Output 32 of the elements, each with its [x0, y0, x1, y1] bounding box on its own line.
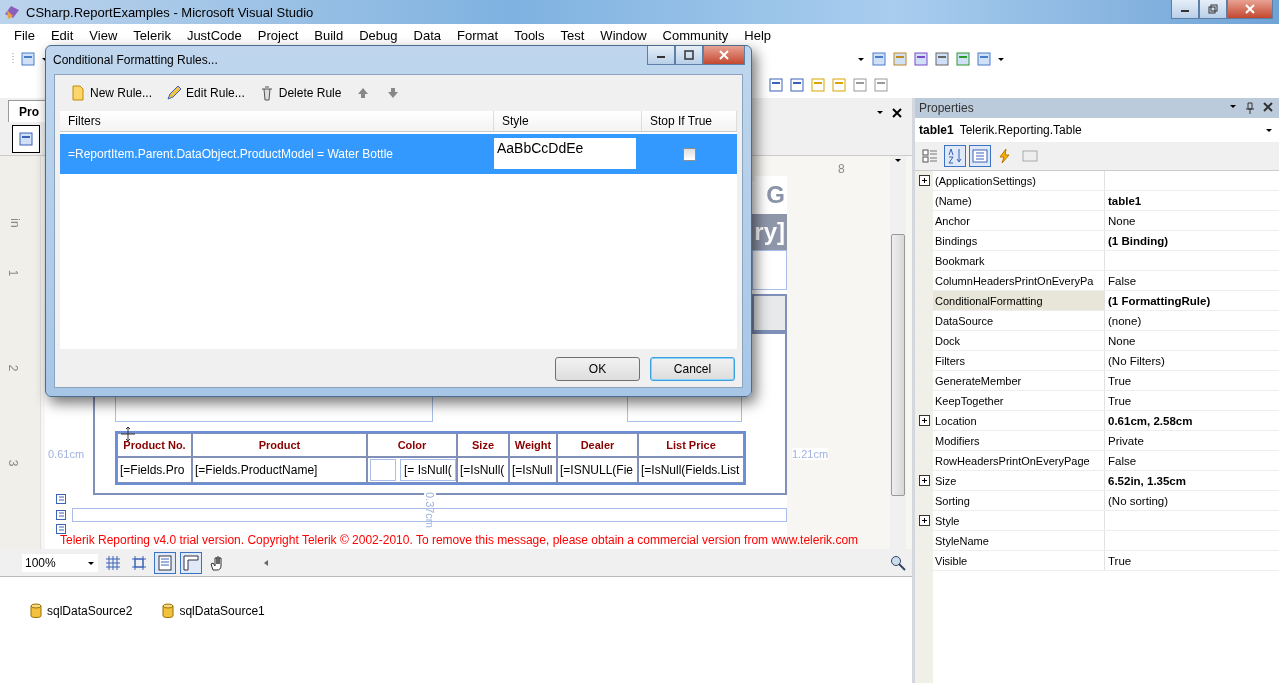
dialog-title: Conditional Formatting Rules...: [53, 53, 218, 67]
table-cell: [= IsNull(: [400, 459, 456, 481]
table-cell: [=Fields.Pro: [117, 457, 192, 483]
column-header: Product: [192, 433, 367, 457]
ruler-label: 3: [6, 459, 21, 467]
column-header: Product No.: [117, 433, 192, 457]
table-cell: [=Fields.ProductName]: [192, 457, 367, 483]
dimension-label: 1.21cm: [792, 448, 829, 460]
column-header: Weight: [509, 433, 557, 457]
column-header: Style: [494, 111, 642, 131]
trial-notice: Telerik Reporting v4.0 trial version. Copyright Telerik © 2002-2010. To remove this message, please obtain a commercial version from www.telerik.com: [60, 533, 859, 547]
ruler-label: 1: [6, 269, 21, 277]
column-header: List Price: [638, 433, 744, 457]
filter-text: =ReportItem.Parent.DataObject.ProductModel = Water Bottle: [67, 146, 395, 163]
table-cell: [=IsNull(: [457, 457, 509, 483]
window-title: CSharp.ReportExamples - Microsoft Visual Studio: [26, 4, 314, 20]
ruler-label: 8: [838, 162, 845, 176]
ruler-label: 2: [6, 364, 21, 372]
panel-title: Properties: [919, 101, 974, 115]
column-header: Dealer: [557, 433, 638, 457]
dimension-label: 0.37cm: [424, 491, 437, 529]
table-cell: [=IsNull: [509, 457, 557, 483]
column-header: Size: [457, 433, 509, 457]
column-header: Color: [367, 433, 457, 457]
ruler-label: in: [7, 218, 22, 228]
table-cell: [=ISNULL(Fie: [557, 457, 638, 483]
dimension-label: 0.61cm: [48, 448, 85, 460]
column-header: Filters: [60, 111, 494, 131]
table-cell: [=IsNull(Fields.List: [638, 457, 744, 483]
report-subtitle-text: ry]: [752, 214, 787, 250]
column-header: Stop If True: [642, 111, 737, 131]
style-preview: AaBbCcDdEe: [494, 138, 636, 169]
